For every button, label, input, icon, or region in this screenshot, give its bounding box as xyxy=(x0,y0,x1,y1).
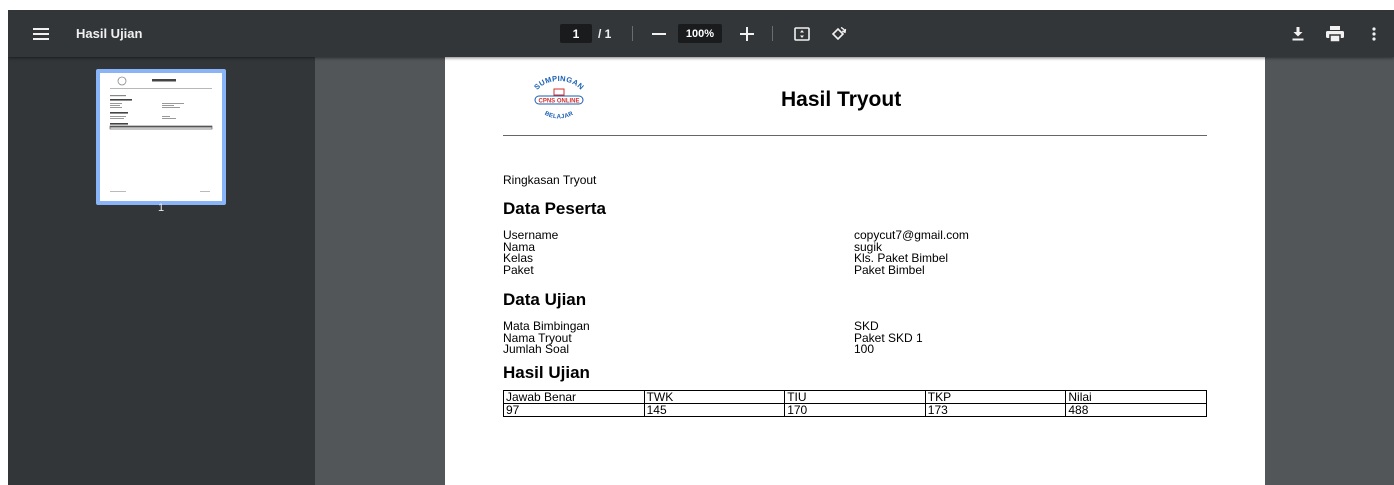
table-header-cell: TIU xyxy=(784,390,926,404)
table-header-cell: Jawab Benar xyxy=(503,390,645,404)
thumbnail-sidebar: 1 xyxy=(8,57,315,485)
table-header-cell: TWK xyxy=(643,390,786,404)
results-heading: Hasil Ujian xyxy=(503,363,590,382)
download-icon xyxy=(1292,26,1304,40)
participant-heading: Data Peserta xyxy=(503,199,607,218)
exam-value: 100 xyxy=(854,342,875,356)
hamburger-icon xyxy=(33,27,49,40)
exam-label: Jumlah Soal xyxy=(503,342,570,356)
results-table: Jawab Benar TWK TIU TKP Nilai 97 145 170… xyxy=(503,390,1207,417)
table-header-cell: TKP xyxy=(924,390,1067,404)
thumbnail-preview xyxy=(109,76,213,192)
menu-button[interactable] xyxy=(26,10,56,57)
rotate-button[interactable] xyxy=(826,10,850,57)
table-cell: 97 xyxy=(503,403,645,417)
participant-value: Paket Bimbel xyxy=(854,262,925,277)
table-cell: 170 xyxy=(784,403,926,417)
table-row: 97 145 170 173 488 xyxy=(503,403,1207,417)
table-header-cell: Nilai xyxy=(1065,390,1207,404)
toolbar: Hasil Ujian 1 / 1 100% xyxy=(8,10,1394,57)
plus-icon xyxy=(740,26,754,41)
report-title: Hasil Tryout xyxy=(781,88,902,111)
table-header-row: Jawab Benar TWK TIU TKP Nilai xyxy=(503,390,1207,404)
toolbar-divider xyxy=(772,26,773,41)
print-button[interactable] xyxy=(1322,10,1348,57)
toolbar-divider xyxy=(632,26,633,41)
thumbnail-page-number: 1 xyxy=(157,202,165,214)
table-cell: 488 xyxy=(1065,403,1207,417)
fit-to-page-button[interactable] xyxy=(790,10,814,57)
participant-label: Paket xyxy=(503,262,534,277)
more-vert-icon xyxy=(1372,26,1376,41)
svg-text:BELAJAR: BELAJAR xyxy=(543,111,574,121)
svg-text:CPNS ONLINE: CPNS ONLINE xyxy=(538,99,579,105)
exam-heading: Data Ujian xyxy=(503,290,587,309)
fit-page-icon xyxy=(794,26,810,41)
rotate-icon xyxy=(831,26,847,40)
exam-values: SKD Paket SKD 1 100 xyxy=(854,320,923,356)
table-cell: 173 xyxy=(924,403,1067,417)
table-cell: 145 xyxy=(643,403,786,417)
exam-labels: Mata Bimbingan Nama Tryout Jumlah Soal xyxy=(503,320,590,356)
page-count: / 1 xyxy=(598,26,612,41)
cpns-online-logo: SUMPINGAN CPNS ONLINE BELAJAR xyxy=(532,75,585,121)
participant-values: copycut7@gmail.com sugik Kls. Paket Bimb… xyxy=(854,229,969,277)
summary-label: Ringkasan Tryout xyxy=(503,173,597,187)
zoom-level-input[interactable]: 100% xyxy=(678,24,722,43)
header-divider xyxy=(503,135,1207,136)
pdf-viewer: Hasil Ujian 1 / 1 100% 1 SUMPINGAN CPNS … xyxy=(8,10,1394,485)
document-title: Hasil Ujian xyxy=(76,26,143,41)
page-number-input[interactable]: 1 xyxy=(560,24,592,43)
minus-icon xyxy=(652,32,666,35)
page-thumbnail[interactable] xyxy=(96,69,226,205)
more-actions-button[interactable] xyxy=(1364,10,1384,57)
participant-labels: Username Nama Kelas Paket xyxy=(503,229,558,277)
pdf-page: SUMPINGAN CPNS ONLINE BELAJAR Hasil Tryo… xyxy=(445,57,1265,485)
zoom-out-button[interactable] xyxy=(648,10,670,57)
download-button[interactable] xyxy=(1286,10,1310,57)
printer-icon xyxy=(1326,25,1344,42)
zoom-in-button[interactable] xyxy=(736,10,758,57)
